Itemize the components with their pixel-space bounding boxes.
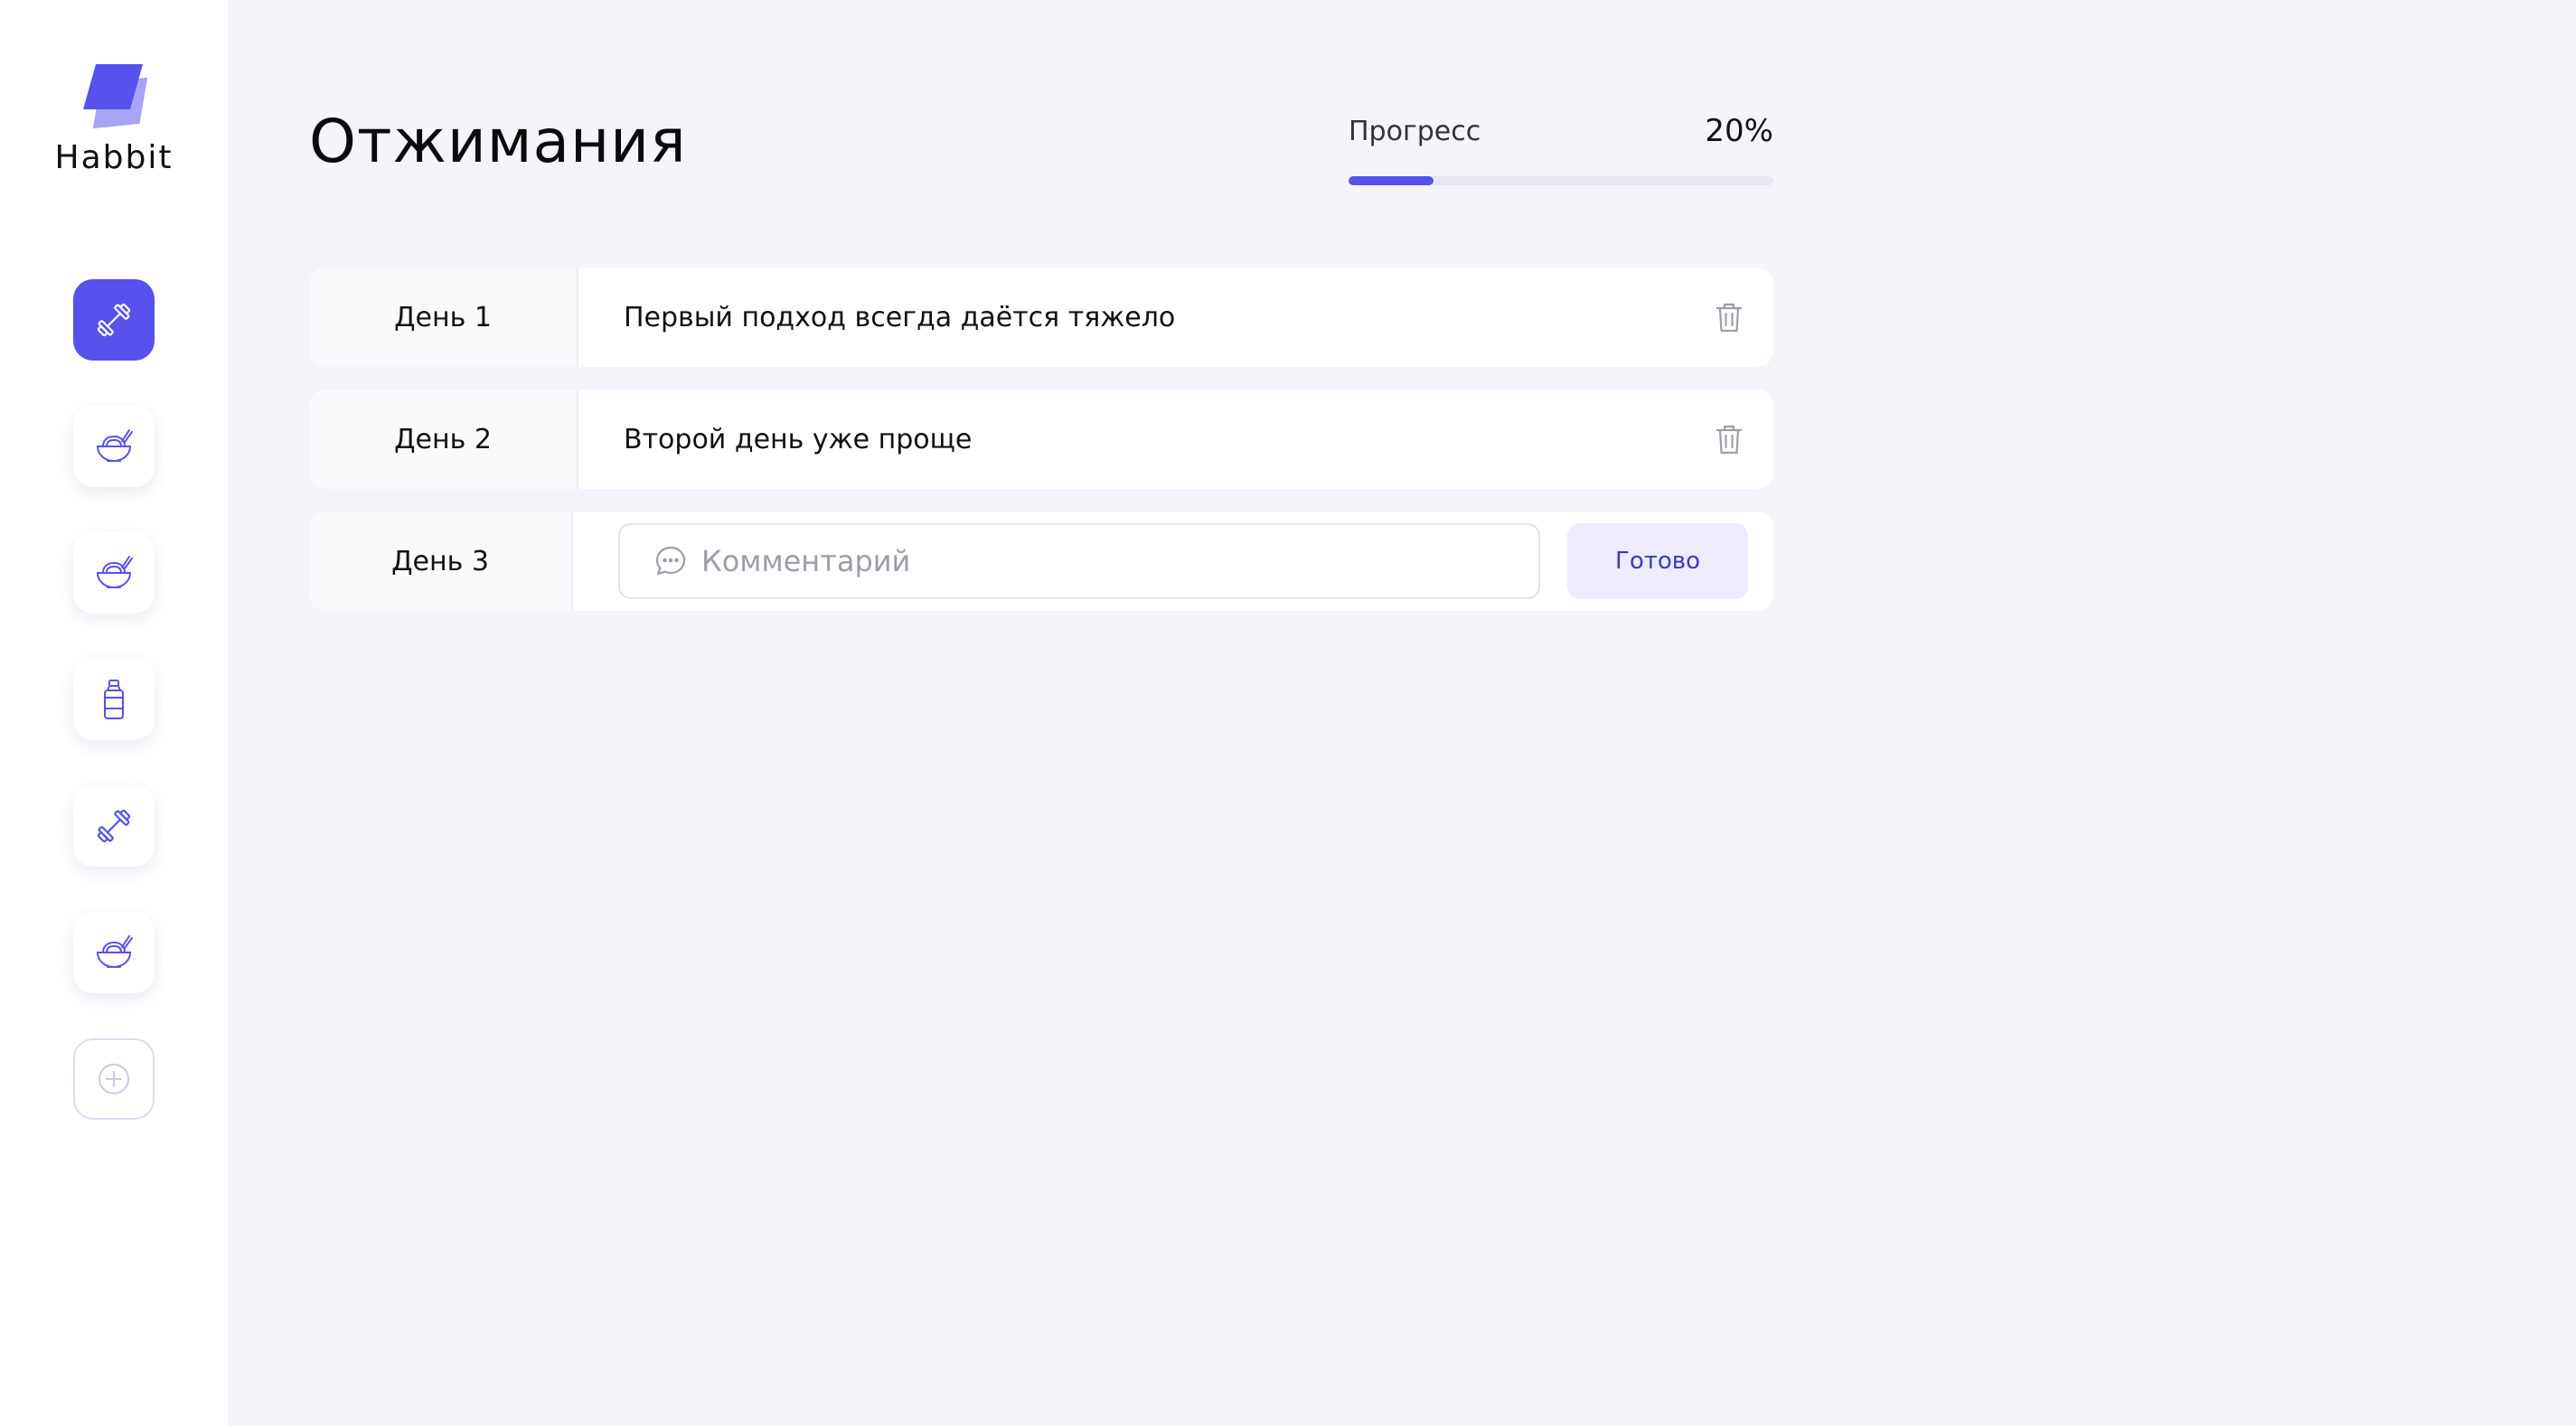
day-row: День 1 Первый подход всегда даётся тяжел… (309, 267, 1773, 367)
progress-bar-fill (1349, 176, 1434, 185)
dumbbell-icon (97, 809, 131, 843)
trash-icon[interactable] (1710, 420, 1748, 458)
logo-text: Habbit (54, 139, 174, 176)
comment-input[interactable] (701, 544, 1515, 578)
food-bowl-icon (96, 935, 133, 969)
day-label: День 1 (309, 267, 578, 367)
day-label: День 3 (309, 511, 573, 611)
plus-circle-icon (99, 1064, 129, 1094)
progress-percent: 20% (1705, 113, 1773, 149)
day-note: Второй день уже проще (624, 423, 973, 455)
day-note-cell: Первый подход всегда даётся тяжело (578, 267, 1773, 367)
comment-field[interactable] (618, 523, 1540, 599)
progress-header: Прогресс 20% (1349, 113, 1773, 149)
day-row-editor: День 3 Готово (309, 511, 1773, 611)
day-row: День 2 Второй день уже проще (309, 389, 1773, 489)
trash-icon[interactable] (1710, 298, 1748, 336)
logo-icon (83, 64, 148, 129)
habit-nav (73, 279, 155, 1120)
nav-item-habit-5[interactable] (73, 785, 155, 867)
progress-bar (1349, 176, 1773, 185)
nav-item-habit-1[interactable] (73, 279, 155, 361)
dumbbell-icon (97, 303, 131, 337)
nav-item-habit-2[interactable] (73, 406, 155, 487)
nav-item-habit-6[interactable] (73, 912, 155, 993)
comment-editor: Готово (573, 511, 1773, 611)
add-habit-button[interactable] (73, 1038, 155, 1120)
done-button[interactable]: Готово (1567, 523, 1748, 599)
app-root: Habbit Отжимания Прогресс 20% День 1 Пер… (0, 0, 2576, 1426)
day-label: День 2 (309, 389, 578, 489)
food-bowl-icon (96, 429, 133, 463)
nav-item-habit-3[interactable] (73, 532, 155, 614)
progress-panel: Прогресс 20% (1349, 113, 1773, 185)
food-bowl-icon (96, 556, 133, 589)
day-note-cell: Второй день уже проще (578, 389, 1773, 489)
logo: Habbit (0, 50, 228, 176)
water-bottle-icon (104, 680, 124, 719)
sidebar: Habbit (0, 0, 228, 1426)
day-list: День 1 Первый подход всегда даётся тяжел… (309, 267, 1773, 633)
page-title: Отжимания (309, 107, 687, 176)
nav-item-habit-4[interactable] (73, 659, 155, 740)
progress-label: Прогресс (1349, 115, 1481, 147)
day-note: Первый подход всегда даётся тяжело (624, 301, 1176, 333)
chat-bubble-icon (655, 546, 686, 576)
